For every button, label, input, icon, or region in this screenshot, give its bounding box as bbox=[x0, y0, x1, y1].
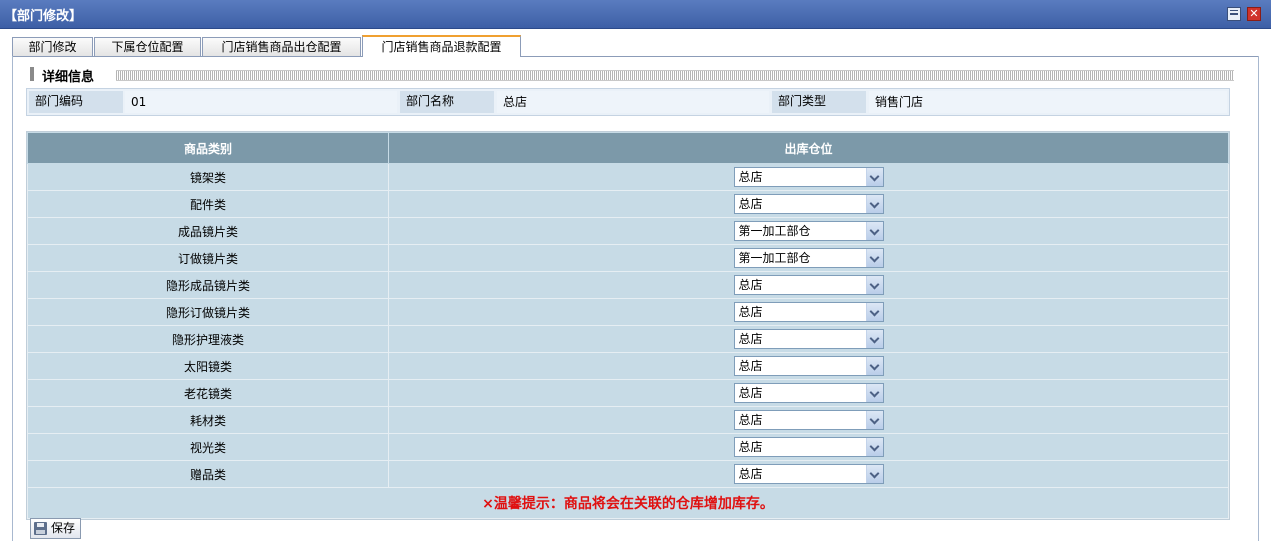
chevron-down-icon[interactable] bbox=[865, 330, 883, 348]
warehouse-select[interactable]: 总店 bbox=[733, 167, 884, 187]
warehouse-select-value: 总店 bbox=[738, 278, 763, 292]
table-row: 耗材类 总店 bbox=[27, 406, 1229, 434]
chevron-down-icon[interactable] bbox=[865, 276, 883, 294]
category-cell: 太阳镜类 bbox=[27, 352, 389, 380]
warehouse-select-value: 总店 bbox=[738, 197, 763, 211]
category-cell: 赠品类 bbox=[27, 460, 389, 488]
warehouse-select-value: 总店 bbox=[738, 386, 763, 400]
tab-sub-warehouse[interactable]: 下属仓位配置 bbox=[94, 37, 201, 56]
category-cell: 隐形订做镜片类 bbox=[27, 298, 389, 326]
table-row: 老花镜类 总店 bbox=[27, 379, 1229, 407]
warehouse-select[interactable]: 第一加工部仓 bbox=[733, 221, 884, 241]
warehouse-cell: 总店 bbox=[388, 460, 1229, 488]
warehouse-select[interactable]: 总店 bbox=[733, 383, 884, 403]
name-label: 部门名称 bbox=[400, 91, 494, 113]
chevron-down-icon[interactable] bbox=[865, 168, 883, 186]
table-row: 太阳镜类 总店 bbox=[27, 352, 1229, 380]
warehouse-cell: 总店 bbox=[388, 433, 1229, 461]
section-marker bbox=[30, 67, 34, 81]
table-row: 隐形成品镜片类 总店 bbox=[27, 271, 1229, 299]
title-bar: 【部门修改】 ✕ bbox=[0, 0, 1271, 29]
type-value: 销售门店 bbox=[869, 91, 1227, 113]
category-cell: 隐形护理液类 bbox=[27, 325, 389, 353]
warehouse-cell: 总店 bbox=[388, 190, 1229, 218]
warehouse-select-value: 总店 bbox=[738, 305, 763, 319]
warehouse-select[interactable]: 总店 bbox=[733, 464, 884, 484]
warehouse-cell: 总店 bbox=[388, 298, 1229, 326]
warehouse-select-value: 总店 bbox=[738, 413, 763, 427]
table-row: 视光类 总店 bbox=[27, 433, 1229, 461]
warehouse-select-value: 总店 bbox=[738, 332, 763, 346]
table-row: 镜架类 总店 bbox=[27, 163, 1229, 191]
warehouse-cell: 总店 bbox=[388, 379, 1229, 407]
category-cell: 隐形成品镜片类 bbox=[27, 271, 389, 299]
warehouse-cell: 第一加工部仓 bbox=[388, 244, 1229, 272]
category-cell: 成品镜片类 bbox=[27, 217, 389, 245]
warehouse-select[interactable]: 总店 bbox=[733, 437, 884, 457]
warehouse-select[interactable]: 总店 bbox=[733, 194, 884, 214]
category-cell: 视光类 bbox=[27, 433, 389, 461]
category-cell: 镜架类 bbox=[27, 163, 389, 191]
window-title: 【部门修改】 bbox=[4, 9, 83, 24]
category-cell: 老花镜类 bbox=[27, 379, 389, 407]
warehouse-cell: 总店 bbox=[388, 271, 1229, 299]
warehouse-select-value: 总店 bbox=[738, 467, 763, 481]
chevron-down-icon[interactable] bbox=[865, 465, 883, 483]
section-divider bbox=[116, 70, 1234, 81]
save-icon bbox=[34, 522, 47, 535]
chevron-down-icon[interactable] bbox=[865, 357, 883, 375]
chevron-down-icon[interactable] bbox=[865, 303, 883, 321]
category-warehouse-table: 商品类别 出库仓位 镜架类 总店 配件类 总店 成品镜片类 第一加工部仓 订做镜片类 第一加工… bbox=[26, 131, 1230, 520]
save-button[interactable]: 保存 bbox=[30, 518, 81, 539]
minimize-icon[interactable] bbox=[1227, 7, 1241, 21]
section-title: 详细信息 bbox=[42, 70, 95, 85]
category-cell: 订做镜片类 bbox=[27, 244, 389, 272]
table-row: 订做镜片类 第一加工部仓 bbox=[27, 244, 1229, 272]
chevron-down-icon[interactable] bbox=[865, 411, 883, 429]
warehouse-select-value: 总店 bbox=[738, 440, 763, 454]
chevron-down-icon[interactable] bbox=[865, 438, 883, 456]
warehouse-select-value: 总店 bbox=[738, 359, 763, 373]
category-cell: 耗材类 bbox=[27, 406, 389, 434]
warehouse-cell: 总店 bbox=[388, 325, 1229, 353]
warehouse-select[interactable]: 第一加工部仓 bbox=[733, 248, 884, 268]
chevron-down-icon[interactable] bbox=[865, 195, 883, 213]
department-info: 部门编码 01 部门名称 总店 部门类型 销售门店 bbox=[26, 88, 1230, 116]
warehouse-cell: 总店 bbox=[388, 406, 1229, 434]
warehouse-select-value: 第一加工部仓 bbox=[738, 251, 811, 265]
table-row: 赠品类 总店 bbox=[27, 460, 1229, 488]
table-row: 成品镜片类 第一加工部仓 bbox=[27, 217, 1229, 245]
code-label: 部门编码 bbox=[29, 91, 123, 113]
warehouse-select[interactable]: 总店 bbox=[733, 302, 884, 322]
tab-department-edit[interactable]: 部门修改 bbox=[12, 37, 93, 56]
warehouse-select-value: 第一加工部仓 bbox=[738, 224, 811, 238]
category-cell: 配件类 bbox=[27, 190, 389, 218]
name-value: 总店 bbox=[497, 91, 769, 113]
table-row: 隐形订做镜片类 总店 bbox=[27, 298, 1229, 326]
type-label: 部门类型 bbox=[772, 91, 866, 113]
warehouse-cell: 总店 bbox=[388, 163, 1229, 191]
column-header-category: 商品类别 bbox=[27, 132, 389, 164]
tab-refund-config[interactable]: 门店销售商品退款配置 bbox=[362, 35, 521, 57]
chevron-down-icon[interactable] bbox=[865, 249, 883, 267]
tab-outbound-config[interactable]: 门店销售商品出仓配置 bbox=[202, 37, 361, 56]
tab-strip: 部门修改 下属仓位配置 门店销售商品出仓配置 门店销售商品退款配置 bbox=[0, 35, 1271, 57]
warehouse-select[interactable]: 总店 bbox=[733, 329, 884, 349]
chevron-down-icon[interactable] bbox=[865, 384, 883, 402]
chevron-down-icon[interactable] bbox=[865, 222, 883, 240]
code-value: 01 bbox=[125, 91, 397, 113]
table-row: 配件类 总店 bbox=[27, 190, 1229, 218]
warehouse-select-value: 总店 bbox=[738, 170, 763, 184]
warehouse-select[interactable]: 总店 bbox=[733, 410, 884, 430]
save-label: 保存 bbox=[51, 521, 76, 535]
column-header-warehouse: 出库仓位 bbox=[388, 132, 1229, 164]
warehouse-select[interactable]: 总店 bbox=[733, 356, 884, 376]
tip-text: ×温馨提示：商品将会在关联的仓库增加库存。 bbox=[27, 487, 1229, 519]
warehouse-select[interactable]: 总店 bbox=[733, 275, 884, 295]
table-row: 隐形护理液类 总店 bbox=[27, 325, 1229, 353]
close-icon[interactable]: ✕ bbox=[1247, 7, 1261, 21]
warehouse-cell: 第一加工部仓 bbox=[388, 217, 1229, 245]
warehouse-cell: 总店 bbox=[388, 352, 1229, 380]
